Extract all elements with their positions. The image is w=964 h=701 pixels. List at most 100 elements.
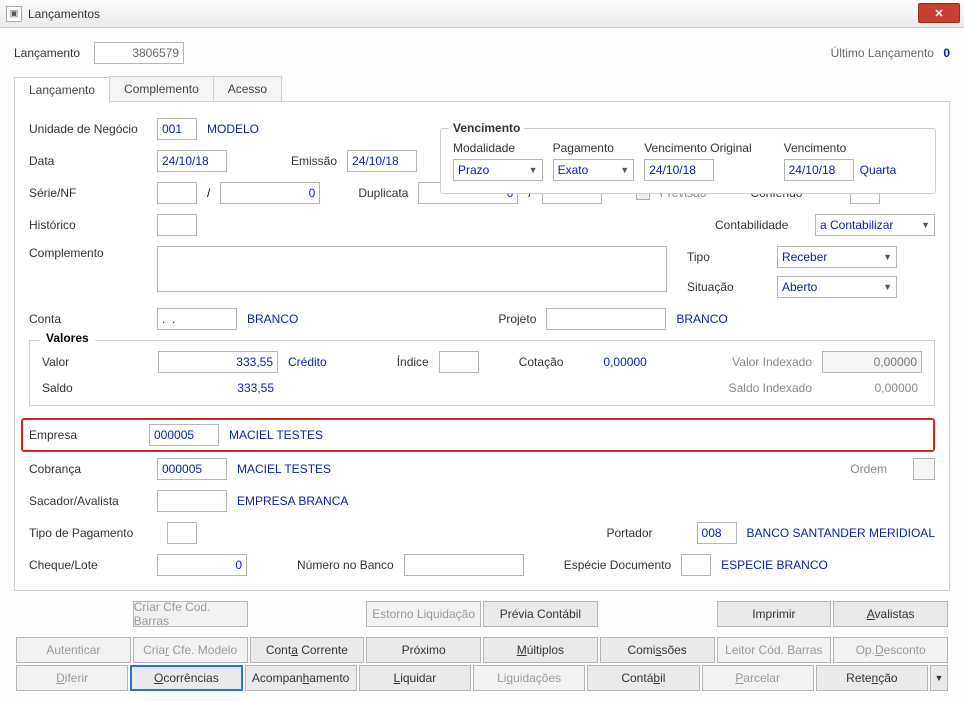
tipopag-input[interactable]: [167, 522, 197, 544]
valor-idx-label: Valor Indexado: [732, 355, 812, 369]
num-banco-input[interactable]: [404, 554, 524, 576]
saldo-value: 333,55: [158, 381, 278, 395]
retencao-dropdown-icon[interactable]: ▼: [930, 665, 948, 691]
btn-estorno-liquidacao: Estorno Liquidação: [366, 601, 481, 627]
btn-contabil[interactable]: Contábil: [587, 665, 699, 691]
empresa-name: MACIEL TESTES: [229, 428, 323, 442]
situacao-select[interactable]: Aberto▼: [777, 276, 897, 298]
saldo-idx-value: 0,00000: [822, 381, 922, 395]
num-banco-label: Número no Banco: [297, 558, 394, 572]
btn-op-desconto: Op.Desconto: [833, 637, 948, 663]
data-input[interactable]: [157, 150, 227, 172]
modalidade-select[interactable]: Prazo▼: [453, 159, 543, 181]
especie-label: Espécie Documento: [564, 558, 671, 572]
tab-complemento[interactable]: Complemento: [109, 76, 214, 101]
projeto-input[interactable]: [546, 308, 666, 330]
ordem-label: Ordem: [850, 462, 887, 476]
valores-group: Valores Valor Crédito Índice Cotação 0,0…: [29, 340, 935, 406]
btn-avalistas[interactable]: Avalistas: [833, 601, 948, 627]
historico-input[interactable]: [157, 214, 197, 236]
vencimento-group: Vencimento Modalidade Prazo▼ Pagamento E…: [440, 128, 936, 194]
portador-code-input[interactable]: [697, 522, 737, 544]
pagamento-select[interactable]: Exato▼: [553, 159, 635, 181]
serie-input[interactable]: [157, 182, 197, 204]
conta-label: Conta: [29, 312, 147, 326]
btn-multiplos[interactable]: Múltiplos: [483, 637, 598, 663]
unidade-label: Unidade de Negócio: [29, 122, 147, 136]
empresa-label: Empresa: [29, 428, 139, 442]
pagamento-label: Pagamento: [553, 141, 635, 155]
ordem-input: [913, 458, 935, 480]
btn-ocorrencias[interactable]: Ocorrências: [130, 665, 242, 691]
tab-panel-lancamento: Vencimento Modalidade Prazo▼ Pagamento E…: [14, 102, 950, 591]
valores-title: Valores: [40, 331, 95, 345]
sacador-name: EMPRESA BRANCA: [237, 494, 348, 508]
especie-name: ESPECIE BRANCO: [721, 558, 828, 572]
lancamento-input[interactable]: [94, 42, 184, 64]
complemento-textarea[interactable]: [157, 246, 667, 292]
complemento-label: Complemento: [29, 246, 147, 260]
ultimo-lancamento-value: 0: [943, 46, 950, 60]
btn-liquidacoes: Liquidações: [473, 665, 585, 691]
sacador-label: Sacador/Avalista: [29, 494, 147, 508]
nf-input[interactable]: [220, 182, 320, 204]
btn-acompanhamento[interactable]: Acompanhamento: [245, 665, 357, 691]
btn-diferir: Diferir: [16, 665, 128, 691]
btn-criar-cod-barras: Criar Cfe Cod. Barras: [133, 601, 248, 627]
valor-idx-input: [822, 351, 922, 373]
btn-retencao[interactable]: Retenção: [816, 665, 928, 691]
cheque-input[interactable]: [157, 554, 247, 576]
tab-lancamento[interactable]: Lançamento: [14, 77, 110, 102]
btn-previa-contabil[interactable]: Prévia Contábil: [483, 601, 598, 627]
serie-label: Série/NF: [29, 186, 147, 200]
empresa-code-input[interactable]: [149, 424, 219, 446]
contabilidade-label: Contabilidade: [715, 218, 805, 232]
projeto-name: BRANCO: [676, 312, 727, 326]
saldo-label: Saldo: [42, 381, 148, 395]
cobranca-label: Cobrança: [29, 462, 147, 476]
venc-original-label: Vencimento Original: [644, 141, 773, 155]
app-icon: ▣: [6, 6, 22, 22]
situacao-label: Situação: [687, 280, 767, 294]
conta-input[interactable]: [157, 308, 237, 330]
credito-link[interactable]: Crédito: [288, 355, 327, 369]
cotacao-label: Cotação: [519, 355, 564, 369]
emissao-input[interactable]: [347, 150, 417, 172]
close-button[interactable]: ✕: [918, 3, 960, 23]
chevron-down-icon: ▼: [921, 220, 930, 230]
btn-liquidar[interactable]: Liquidar: [359, 665, 471, 691]
btn-leitor-cod-barras: Leitor Cód. Barras: [717, 637, 832, 663]
chevron-down-icon: ▼: [529, 165, 538, 175]
btn-proximo[interactable]: Próximo: [366, 637, 481, 663]
cobranca-code-input[interactable]: [157, 458, 227, 480]
title-bar: ▣ Lançamentos ✕: [0, 0, 964, 28]
unidade-name: MODELO: [207, 122, 259, 136]
tipopag-label: Tipo de Pagamento: [29, 526, 157, 540]
chevron-down-icon: ▼: [883, 252, 892, 262]
valor-input[interactable]: [158, 351, 278, 373]
chevron-down-icon: ▼: [620, 165, 629, 175]
especie-code-input[interactable]: [681, 554, 711, 576]
ultimo-lancamento-label: Último Lançamento: [831, 46, 934, 60]
tipo-select[interactable]: Receber▼: [777, 246, 897, 268]
unidade-code-input[interactable]: [157, 118, 197, 140]
btn-comissoes[interactable]: Comissões: [600, 637, 715, 663]
btn-imprimir[interactable]: Imprimir: [717, 601, 832, 627]
contabilidade-select[interactable]: a Contabilizar▼: [815, 214, 935, 236]
conta-name: BRANCO: [247, 312, 298, 326]
tab-acesso[interactable]: Acesso: [213, 76, 282, 101]
cotacao-value: 0,00000: [603, 355, 646, 369]
indice-input[interactable]: [439, 351, 479, 373]
duplicata-label: Duplicata: [358, 186, 408, 200]
venc-original-input[interactable]: [644, 159, 714, 181]
vencimento-title: Vencimento: [449, 121, 524, 135]
btn-criar-cfe-modelo: Criar Cfe. Modelo: [133, 637, 248, 663]
sacador-code-input[interactable]: [157, 490, 227, 512]
btn-parcelar: Parcelar: [702, 665, 814, 691]
portador-label: Portador: [606, 526, 652, 540]
emissao-label: Emissão: [291, 154, 337, 168]
venc-input[interactable]: [784, 159, 854, 181]
window-title: Lançamentos: [28, 7, 100, 21]
venc-weekday: Quarta: [860, 163, 897, 177]
btn-conta-corrente[interactable]: Conta Corrente: [250, 637, 365, 663]
